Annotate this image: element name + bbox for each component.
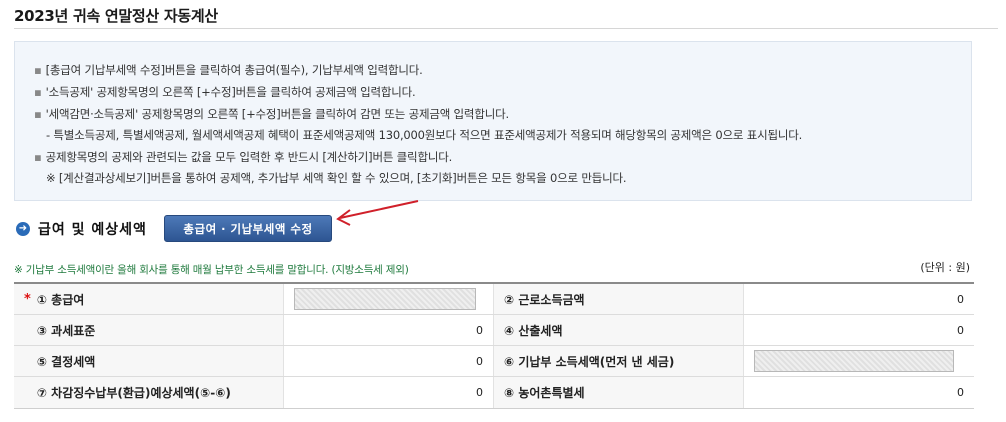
- notice-line-3: ▪ '세액감면·소득공제' 공제항목명의 오른쪽 [+수정]버튼을 클릭하여 감면…: [34, 106, 509, 122]
- arrow-circle-icon: ➜: [16, 222, 30, 236]
- earned-income-value: 0: [957, 292, 964, 306]
- title-divider: [14, 28, 998, 29]
- edit-salary-tax-button[interactable]: 총급여 · 기납부세액 수정: [164, 215, 332, 242]
- determined-tax-label: *⑤ 결정세액: [14, 346, 284, 376]
- section-title: 급여 및 예상세액: [38, 222, 147, 238]
- notice-text: [총급여 기납부세액 수정]버튼을 클릭하여 총급여(필수), 기납부세액 입력…: [45, 63, 423, 77]
- page-title: 2023년 귀속 연말정산 자동계산: [14, 7, 218, 25]
- notice-line-1: ▪ [총급여 기납부세액 수정]버튼을 클릭하여 총급여(필수), 기납부세액 입…: [34, 62, 423, 78]
- label-text: ⑤ 결정세액: [36, 354, 96, 369]
- earned-income-label: ② 근로소득금액: [494, 284, 744, 314]
- bullet-icon: ▪: [34, 107, 42, 121]
- notice-text: 공제항목명의 공제와 관련되는 값을 모두 입력한 후 반드시 [계산하기]버튼…: [45, 150, 453, 164]
- notice-line-4: - 특별소득공제, 특별세액공제, 월세액세액공제 혜택이 표준세액공제액 13…: [46, 128, 803, 142]
- notice-text: '세액감면·소득공제' 공제항목명의 오른쪽 [+수정]버튼을 클릭하여 감면 …: [45, 107, 510, 121]
- withholding-note: ※ 기납부 소득세액이란 올해 회사를 통해 매월 납부한 소득세를 말합니다.…: [14, 264, 409, 276]
- expected-refund-label: *⑦ 차감징수납부(환급)예상세액(⑤-⑥): [14, 377, 284, 408]
- total-salary-input[interactable]: [294, 288, 476, 310]
- red-arrow-icon: [336, 200, 419, 226]
- expected-refund-value: 0: [284, 377, 494, 408]
- bullet-icon: ▪: [34, 63, 42, 77]
- bullet-icon: ▪: [34, 85, 42, 99]
- bullet-icon: ▪: [34, 150, 42, 164]
- notice-text: '소득공제' 공제항목명의 오른쪽 [+수정]버튼을 클릭하여 공제금액 입력합…: [45, 85, 416, 99]
- label-text: ③ 과세표준: [36, 323, 96, 338]
- total-salary-cell: [284, 284, 494, 314]
- required-mark: *: [24, 291, 31, 307]
- notice-line-6: ※ [계산결과상세보기]버튼을 통하여 공제액, 추가납부 세액 확인 할 수 …: [46, 171, 627, 185]
- grid-row: *⑦ 차감징수납부(환급)예상세액(⑤-⑥) 0 ⑧ 농어촌특별세 0: [14, 377, 974, 408]
- label-text: ① 총급여: [36, 292, 85, 307]
- notice-line-5: ▪ 공제항목명의 공제와 관련되는 값을 모두 입력한 후 반드시 [계산하기]버…: [34, 149, 452, 165]
- total-salary-label: * ① 총급여: [14, 284, 284, 314]
- tax-base-label: *③ 과세표준: [14, 315, 284, 345]
- tax-base-value: 0: [284, 315, 494, 345]
- prepaid-tax-cell: [744, 346, 974, 376]
- prepaid-tax-input[interactable]: [754, 350, 954, 372]
- determined-tax-value: 0: [284, 346, 494, 376]
- grid-row: *⑤ 결정세액 0 ⑥ 기납부 소득세액(먼저 낸 세금): [14, 346, 974, 377]
- unit-label: (단위 : 원): [920, 261, 970, 274]
- calculated-tax-value: 0: [957, 323, 964, 337]
- grid-row: *③ 과세표준 0 ④ 산출세액 0: [14, 315, 974, 346]
- prepaid-tax-label: ⑥ 기납부 소득세액(먼저 낸 세금): [494, 346, 744, 376]
- label-text: ⑦ 차감징수납부(환급)예상세액(⑤-⑥): [36, 386, 231, 400]
- grid-row: * ① 총급여 ② 근로소득금액 0: [14, 284, 974, 315]
- rural-special-tax-label: ⑧ 농어촌특별세: [494, 377, 744, 408]
- summary-grid: * ① 총급여 ② 근로소득금액 0 *③ 과세표준 0 ④ 산출세액 0 *⑤ …: [14, 282, 974, 409]
- rural-special-tax-value: 0: [957, 386, 964, 399]
- notice-line-2: ▪ '소득공제' 공제항목명의 오른쪽 [+수정]버튼을 클릭하여 공제금액 입력…: [34, 84, 416, 100]
- calculated-tax-label: ④ 산출세액: [494, 315, 744, 345]
